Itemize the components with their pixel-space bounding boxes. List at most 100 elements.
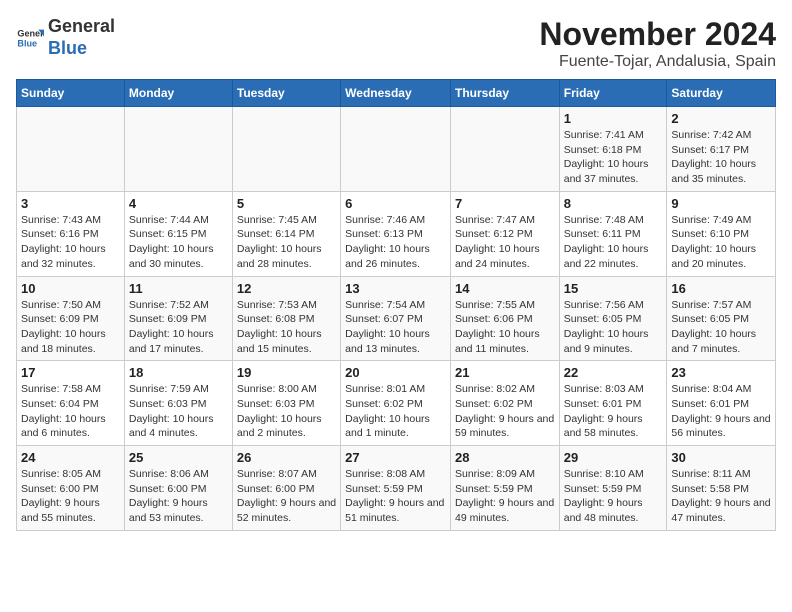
day-number: 28: [455, 450, 555, 465]
day-number: 30: [671, 450, 771, 465]
calendar-cell: 22 Sunrise: 8:03 AM Sunset: 6:01 PM Dayli…: [559, 361, 667, 446]
day-detail: Sunrise: 8:04 AM Sunset: 6:01 PM Dayligh…: [671, 382, 771, 441]
day-number: 24: [21, 450, 120, 465]
day-number: 5: [237, 196, 336, 211]
calendar-cell: 8 Sunrise: 7:48 AM Sunset: 6:11 PM Daylig…: [559, 191, 667, 276]
calendar-cell: 6Sunrise: 7:46 AM Sunset: 6:13 PM Daylig…: [341, 191, 451, 276]
day-number: 17: [21, 365, 120, 380]
day-detail: Sunrise: 7:57 AM Sunset: 6:05 PM Dayligh…: [671, 298, 771, 357]
calendar-cell: 19Sunrise: 8:00 AM Sunset: 6:03 PM Dayli…: [232, 361, 340, 446]
calendar-cell: 2 Sunrise: 7:42 AM Sunset: 6:17 PM Daylig…: [667, 107, 776, 192]
calendar-week-1: 1Sunrise: 7:41 AM Sunset: 6:18 PM Daylig…: [17, 107, 776, 192]
day-detail: Sunrise: 7:48 AM Sunset: 6:11 PM Dayligh…: [564, 213, 663, 272]
day-detail: Sunrise: 7:44 AM Sunset: 6:15 PM Dayligh…: [129, 213, 228, 272]
calendar-cell: 24 Sunrise: 8:05 AM Sunset: 6:00 PM Dayli…: [17, 446, 125, 531]
calendar-week-2: 3 Sunrise: 7:43 AM Sunset: 6:16 PM Daylig…: [17, 191, 776, 276]
day-number: 4: [129, 196, 228, 211]
day-detail: Sunrise: 7:55 AM Sunset: 6:06 PM Dayligh…: [455, 298, 555, 357]
day-detail: Sunrise: 7:46 AM Sunset: 6:13 PM Dayligh…: [345, 213, 446, 272]
day-detail: Sunrise: 7:43 AM Sunset: 6:16 PM Dayligh…: [21, 213, 120, 272]
day-number: 19: [237, 365, 336, 380]
calendar-cell: 17 Sunrise: 7:58 AM Sunset: 6:04 PM Dayli…: [17, 361, 125, 446]
logo-icon: General Blue: [16, 24, 44, 52]
day-detail: Sunrise: 8:05 AM Sunset: 6:00 PM Dayligh…: [21, 467, 120, 526]
calendar-cell: 5 Sunrise: 7:45 AM Sunset: 6:14 PM Daylig…: [232, 191, 340, 276]
day-number: 15: [564, 281, 663, 296]
day-number: 12: [237, 281, 336, 296]
calendar-cell: 21 Sunrise: 8:02 AM Sunset: 6:02 PM Dayli…: [450, 361, 559, 446]
calendar-cell: 1Sunrise: 7:41 AM Sunset: 6:18 PM Daylig…: [559, 107, 667, 192]
calendar-cell: 11 Sunrise: 7:52 AM Sunset: 6:09 PM Dayli…: [124, 276, 232, 361]
day-number: 9: [671, 196, 771, 211]
calendar-cell: 23 Sunrise: 8:04 AM Sunset: 6:01 PM Dayli…: [667, 361, 776, 446]
page-header: General Blue General Blue November 2024 …: [16, 16, 776, 71]
day-detail: Sunrise: 8:07 AM Sunset: 6:00 PM Dayligh…: [237, 467, 336, 526]
day-number: 2: [671, 111, 771, 126]
calendar-cell: [17, 107, 125, 192]
day-number: 26: [237, 450, 336, 465]
day-number: 23: [671, 365, 771, 380]
day-detail: Sunrise: 8:02 AM Sunset: 6:02 PM Dayligh…: [455, 382, 555, 441]
calendar-cell: 25Sunrise: 8:06 AM Sunset: 6:00 PM Dayli…: [124, 446, 232, 531]
weekday-header-thursday: Thursday: [450, 80, 559, 107]
day-detail: Sunrise: 8:08 AM Sunset: 5:59 PM Dayligh…: [345, 467, 446, 526]
calendar-cell: 27 Sunrise: 8:08 AM Sunset: 5:59 PM Dayli…: [341, 446, 451, 531]
day-detail: Sunrise: 7:41 AM Sunset: 6:18 PM Dayligh…: [564, 128, 663, 187]
calendar-cell: [232, 107, 340, 192]
day-number: 3: [21, 196, 120, 211]
weekday-header-row: SundayMondayTuesdayWednesdayThursdayFrid…: [17, 80, 776, 107]
day-number: 29: [564, 450, 663, 465]
calendar-cell: 3 Sunrise: 7:43 AM Sunset: 6:16 PM Daylig…: [17, 191, 125, 276]
day-number: 20: [345, 365, 446, 380]
day-detail: Sunrise: 7:50 AM Sunset: 6:09 PM Dayligh…: [21, 298, 120, 357]
calendar-cell: 20 Sunrise: 8:01 AM Sunset: 6:02 PM Dayli…: [341, 361, 451, 446]
day-number: 27: [345, 450, 446, 465]
calendar-cell: 28Sunrise: 8:09 AM Sunset: 5:59 PM Dayli…: [450, 446, 559, 531]
page-title: November 2024: [539, 16, 776, 53]
day-number: 21: [455, 365, 555, 380]
day-detail: Sunrise: 8:11 AM Sunset: 5:58 PM Dayligh…: [671, 467, 771, 526]
calendar-cell: 7 Sunrise: 7:47 AM Sunset: 6:12 PM Daylig…: [450, 191, 559, 276]
day-detail: Sunrise: 8:10 AM Sunset: 5:59 PM Dayligh…: [564, 467, 663, 526]
logo-blue-text: Blue: [48, 38, 87, 58]
weekday-header-monday: Monday: [124, 80, 232, 107]
day-detail: Sunrise: 7:47 AM Sunset: 6:12 PM Dayligh…: [455, 213, 555, 272]
day-number: 14: [455, 281, 555, 296]
day-number: 10: [21, 281, 120, 296]
weekday-header-friday: Friday: [559, 80, 667, 107]
day-number: 11: [129, 281, 228, 296]
svg-text:Blue: Blue: [17, 38, 37, 48]
day-number: 16: [671, 281, 771, 296]
day-number: 7: [455, 196, 555, 211]
weekday-header-saturday: Saturday: [667, 80, 776, 107]
calendar-cell: 30 Sunrise: 8:11 AM Sunset: 5:58 PM Dayli…: [667, 446, 776, 531]
page-subtitle: Fuente-Tojar, Andalusia, Spain: [539, 53, 776, 71]
day-number: 18: [129, 365, 228, 380]
calendar-cell: [341, 107, 451, 192]
day-detail: Sunrise: 7:45 AM Sunset: 6:14 PM Dayligh…: [237, 213, 336, 272]
calendar-cell: 13 Sunrise: 7:54 AM Sunset: 6:07 PM Dayli…: [341, 276, 451, 361]
day-detail: Sunrise: 7:54 AM Sunset: 6:07 PM Dayligh…: [345, 298, 446, 357]
calendar-week-5: 24 Sunrise: 8:05 AM Sunset: 6:00 PM Dayli…: [17, 446, 776, 531]
day-number: 22: [564, 365, 663, 380]
calendar-cell: 12 Sunrise: 7:53 AM Sunset: 6:08 PM Dayli…: [232, 276, 340, 361]
calendar-cell: 14 Sunrise: 7:55 AM Sunset: 6:06 PM Dayli…: [450, 276, 559, 361]
day-detail: Sunrise: 7:53 AM Sunset: 6:08 PM Dayligh…: [237, 298, 336, 357]
logo-general-text: General: [48, 16, 115, 36]
day-detail: Sunrise: 8:01 AM Sunset: 6:02 PM Dayligh…: [345, 382, 446, 441]
calendar-cell: 26 Sunrise: 8:07 AM Sunset: 6:00 PM Dayli…: [232, 446, 340, 531]
day-number: 13: [345, 281, 446, 296]
day-detail: Sunrise: 7:42 AM Sunset: 6:17 PM Dayligh…: [671, 128, 771, 187]
day-number: 8: [564, 196, 663, 211]
calendar-week-4: 17 Sunrise: 7:58 AM Sunset: 6:04 PM Dayli…: [17, 361, 776, 446]
calendar-cell: [450, 107, 559, 192]
calendar-cell: 15Sunrise: 7:56 AM Sunset: 6:05 PM Dayli…: [559, 276, 667, 361]
weekday-header-wednesday: Wednesday: [341, 80, 451, 107]
day-detail: Sunrise: 7:58 AM Sunset: 6:04 PM Dayligh…: [21, 382, 120, 441]
day-detail: Sunrise: 7:52 AM Sunset: 6:09 PM Dayligh…: [129, 298, 228, 357]
day-detail: Sunrise: 7:59 AM Sunset: 6:03 PM Dayligh…: [129, 382, 228, 441]
day-detail: Sunrise: 8:06 AM Sunset: 6:00 PM Dayligh…: [129, 467, 228, 526]
calendar-cell: 4 Sunrise: 7:44 AM Sunset: 6:15 PM Daylig…: [124, 191, 232, 276]
title-block: November 2024 Fuente-Tojar, Andalusia, S…: [539, 16, 776, 71]
day-detail: Sunrise: 8:03 AM Sunset: 6:01 PM Dayligh…: [564, 382, 663, 441]
